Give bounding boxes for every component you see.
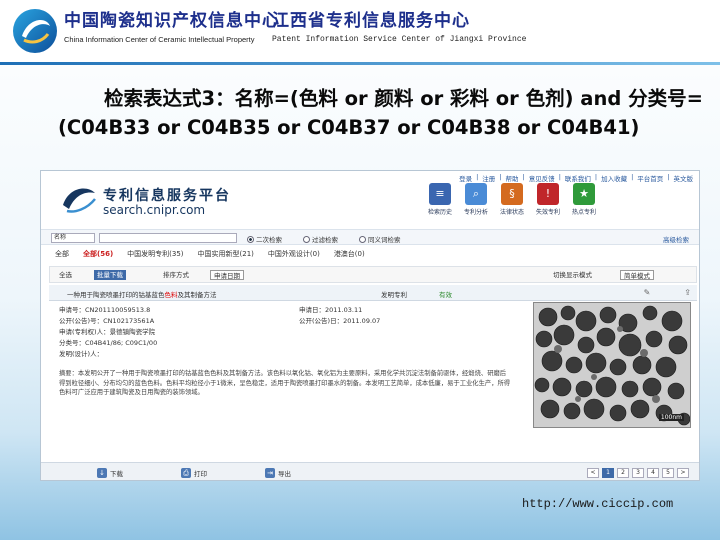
org1-name-cn: 中国陶瓷知识产权信息中心 — [64, 11, 280, 31]
top-link-feedback[interactable]: 意见反馈 — [529, 173, 555, 183]
hot-icon: ★ — [573, 183, 595, 205]
org1-name-en: China Information Center of Ceramic Inte… — [64, 35, 255, 44]
print-icon: ⎙ — [181, 468, 191, 478]
result-title-bar: 一种用于陶瓷喷墨打印的钴基蓝色色料及其制备方法 发明专利 有效 ✎ ⇪ — [49, 285, 697, 301]
search-input[interactable] — [99, 233, 237, 243]
class-row: 分类号：C04B41/86; C09C1/00 — [59, 339, 158, 347]
download-button[interactable]: ↓ 下载 — [97, 468, 123, 478]
operation-bar: 全选 批量下载 排序方式 申请日期 切换显示模式 简单模式 — [49, 266, 697, 283]
tab-invention[interactable]: 中国发明专利(35) — [127, 249, 183, 259]
result-action-icons: ✎ ⇪ — [644, 288, 691, 297]
page-1[interactable]: 1 — [602, 468, 614, 478]
result-title-link[interactable]: 一种用于陶瓷喷墨打印的钴基蓝色色料及其制备方法 — [67, 289, 217, 299]
top-links: 登录 | 注册 | 帮助 | 意见反馈 | 联系我们 | 加入收藏 | 平台首页 | 英文版 — [459, 173, 693, 183]
select-all-checkbox[interactable]: 全选 — [56, 270, 75, 280]
option-secondary-search[interactable]: 二次检索 — [247, 234, 282, 244]
applicant-row: 申请(专利权)人：景德镇陶瓷学院 — [59, 328, 156, 336]
tool-law-button[interactable]: § 法律状态 — [497, 183, 527, 216]
page-3[interactable]: 3 — [632, 468, 644, 478]
result-type: 发明专利 — [381, 291, 407, 299]
radio-icon — [359, 235, 366, 243]
ciccip-logo-icon — [13, 9, 57, 53]
tab-utility[interactable]: 中国实用新型(21) — [198, 249, 254, 259]
tool-expired-button[interactable]: ! 失效专利 — [533, 183, 563, 216]
page-2[interactable]: 2 — [617, 468, 629, 478]
footer-url: http://www.ciccip.com — [522, 497, 674, 511]
page-4[interactable]: 4 — [647, 468, 659, 478]
bottom-toolbar: ↓ 下载 ⎙ 打印 ⇥ 导出 < 1 2 3 4 5 > — [41, 462, 699, 480]
tab-hk-tw[interactable]: 港澳台(0) — [334, 249, 365, 259]
org-block-jiangxi: 江西省专利信息服务中心 Patent Information Service C… — [272, 6, 527, 44]
advanced-search-link[interactable]: 高级检索 — [663, 234, 689, 244]
page-5[interactable]: 5 — [662, 468, 674, 478]
option-synonym-search[interactable]: 同义词检索 — [359, 234, 401, 244]
top-link-help[interactable]: 帮助 — [505, 173, 518, 183]
tool-history-button[interactable]: ≡ 检索历史 — [425, 183, 455, 216]
abstract-text: 摘要：本发明公开了一种用于陶瓷喷墨打印的钴基蓝色色料及其制备方法。该色料以氧化钴… — [59, 370, 511, 397]
scale-bar-label: 100nm — [658, 414, 684, 421]
radio-icon — [247, 235, 254, 243]
page-prev[interactable]: < — [587, 468, 599, 478]
share-icon[interactable]: ⇪ — [684, 288, 691, 297]
batch-download-button[interactable]: 批量下载 — [94, 270, 126, 280]
mode-select[interactable]: 简单模式 — [620, 270, 654, 280]
top-link-contact[interactable]: 联系我们 — [565, 173, 591, 183]
header-divider — [0, 62, 720, 65]
search-bar: 名称 二次检索 过滤检索 同义词检索 高级检索 — [41, 229, 699, 245]
expired-icon: ! — [537, 183, 559, 205]
top-link-home[interactable]: 平台首页 — [637, 173, 663, 183]
site-url: search.cnipr.com — [103, 203, 206, 217]
law-status-badge: 有效 — [439, 291, 452, 299]
export-icon: ⇥ — [265, 468, 275, 478]
bookmark-icon[interactable]: ✎ — [644, 288, 651, 297]
org2-name-cn: 江西省专利信息服务中心 — [272, 11, 470, 31]
download-icon: ↓ — [97, 468, 107, 478]
analysis-icon: ⌕ — [465, 183, 487, 205]
org2-name-en: Patent Information Service Center of Jia… — [272, 35, 527, 44]
print-button[interactable]: ⎙ 打印 — [181, 468, 207, 478]
tab-design[interactable]: 中国外观设计(0) — [268, 249, 320, 259]
inventor-row: 发明(设计)人： — [59, 350, 104, 358]
pub-date-row: 公开(公告)日：2011.09.07 — [299, 317, 381, 325]
pub-no-row: 公开(公告)号：CN102173561A — [59, 317, 155, 325]
tool-buttons: ≡ 检索历史 ⌕ 专利分析 § 法律状态 ! 失效专利 ★ 热点专利 — [425, 183, 599, 216]
history-icon: ≡ — [429, 183, 451, 205]
tab-all-label[interactable]: 全部 — [55, 249, 69, 259]
radio-icon — [303, 235, 310, 243]
sort-label: 排序方式 — [163, 271, 189, 279]
top-link-favorite[interactable]: 加入收藏 — [601, 173, 627, 183]
slide-header: 中国陶瓷知识产权信息中心 China Information Center of… — [0, 0, 720, 62]
top-link-login[interactable]: 登录 — [459, 173, 472, 183]
tab-all-count[interactable]: 全部(56) — [83, 249, 113, 259]
site-header: 专利信息服务平台 search.cnipr.com 登录 | 注册 | 帮助 | 意见… — [41, 171, 699, 229]
top-link-register[interactable]: 注册 — [482, 173, 495, 183]
org-block-ciccip: 中国陶瓷知识产权信息中心 China Information Center of… — [64, 6, 280, 44]
patent-record: 申请号：CN201110059513.8 申请日：2011.03.11 公开(公… — [49, 305, 519, 455]
export-button[interactable]: ⇥ 导出 — [265, 468, 291, 478]
search-platform-screenshot: 专利信息服务平台 search.cnipr.com 登录 | 注册 | 帮助 | 意见… — [40, 170, 700, 481]
micrograph-particles — [534, 303, 690, 427]
app-date-row: 申请日：2011.03.11 — [299, 306, 363, 314]
app-no-row: 申请号：CN201110059513.8 — [59, 306, 151, 314]
page-next[interactable]: > — [677, 468, 689, 478]
pagination: < 1 2 3 4 5 > — [587, 468, 689, 478]
search-field-select[interactable]: 名称 — [51, 233, 95, 243]
law-icon: § — [501, 183, 523, 205]
result-tabs: 全部 全部(56) 中国发明专利(35) 中国实用新型(21) 中国外观设计(0… — [41, 246, 699, 262]
cnipr-logo-icon — [63, 188, 96, 213]
sem-micrograph-image: 100nm — [533, 302, 691, 428]
sort-select[interactable]: 申请日期 — [210, 270, 244, 280]
keyword-highlight: 色料 — [164, 291, 178, 299]
option-filter-search[interactable]: 过滤检索 — [303, 234, 338, 244]
top-link-english[interactable]: 英文版 — [674, 173, 694, 183]
view-mode-toggle[interactable]: 切换显示模式 — [550, 270, 595, 280]
tool-analysis-button[interactable]: ⌕ 专利分析 — [461, 183, 491, 216]
site-name: 专利信息服务平台 — [103, 188, 231, 204]
slide-title: 检索表达式3：名称=(色料 or 颜料 or 彩料 or 色剂) and 分类号… — [58, 87, 703, 139]
tool-hot-button[interactable]: ★ 热点专利 — [569, 183, 599, 216]
